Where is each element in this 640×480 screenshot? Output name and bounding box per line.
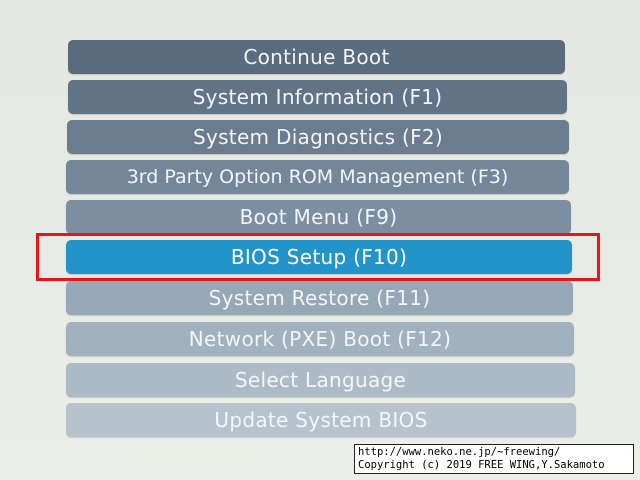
- menu-item-system-diagnostics[interactable]: System Diagnostics (F2): [67, 120, 569, 154]
- menu-item-label: Network (PXE) Boot (F12): [188, 327, 452, 351]
- menu-item-system-information[interactable]: System Information (F1): [68, 80, 567, 114]
- copyright-watermark: http://www.neko.ne.jp/~freewing/ Copyrig…: [354, 444, 634, 474]
- menu-item-label: Update System BIOS: [214, 408, 428, 432]
- menu-item-option-rom-management[interactable]: 3rd Party Option ROM Management (F3): [66, 160, 569, 194]
- menu-item-system-restore[interactable]: System Restore (F11): [66, 281, 573, 315]
- menu-item-label: System Diagnostics (F2): [192, 125, 444, 149]
- menu-item-label: Boot Menu (F9): [239, 205, 398, 229]
- menu-item-boot-menu[interactable]: Boot Menu (F9): [66, 200, 571, 234]
- menu-item-network-pxe-boot[interactable]: Network (PXE) Boot (F12): [66, 322, 574, 356]
- menu-item-label: System Information (F1): [192, 85, 443, 109]
- watermark-copyright: Copyright (c) 2019 FREE WING,Y.Sakamoto: [358, 459, 605, 471]
- menu-item-bios-setup[interactable]: BIOS Setup (F10): [66, 240, 572, 274]
- menu-item-update-system-bios[interactable]: Update System BIOS: [66, 403, 576, 437]
- menu-item-label: BIOS Setup (F10): [230, 245, 408, 269]
- menu-item-label: Continue Boot: [243, 45, 390, 69]
- menu-item-label: Select Language: [234, 368, 407, 392]
- menu-item-select-language[interactable]: Select Language: [66, 363, 575, 397]
- menu-item-continue-boot[interactable]: Continue Boot: [68, 40, 565, 74]
- menu-item-label: System Restore (F11): [208, 286, 431, 310]
- menu-item-label: 3rd Party Option ROM Management (F3): [126, 166, 509, 188]
- boot-menu: Continue Boot System Information (F1) Sy…: [0, 0, 640, 480]
- watermark-url: http://www.neko.ne.jp/~freewing/: [358, 446, 561, 458]
